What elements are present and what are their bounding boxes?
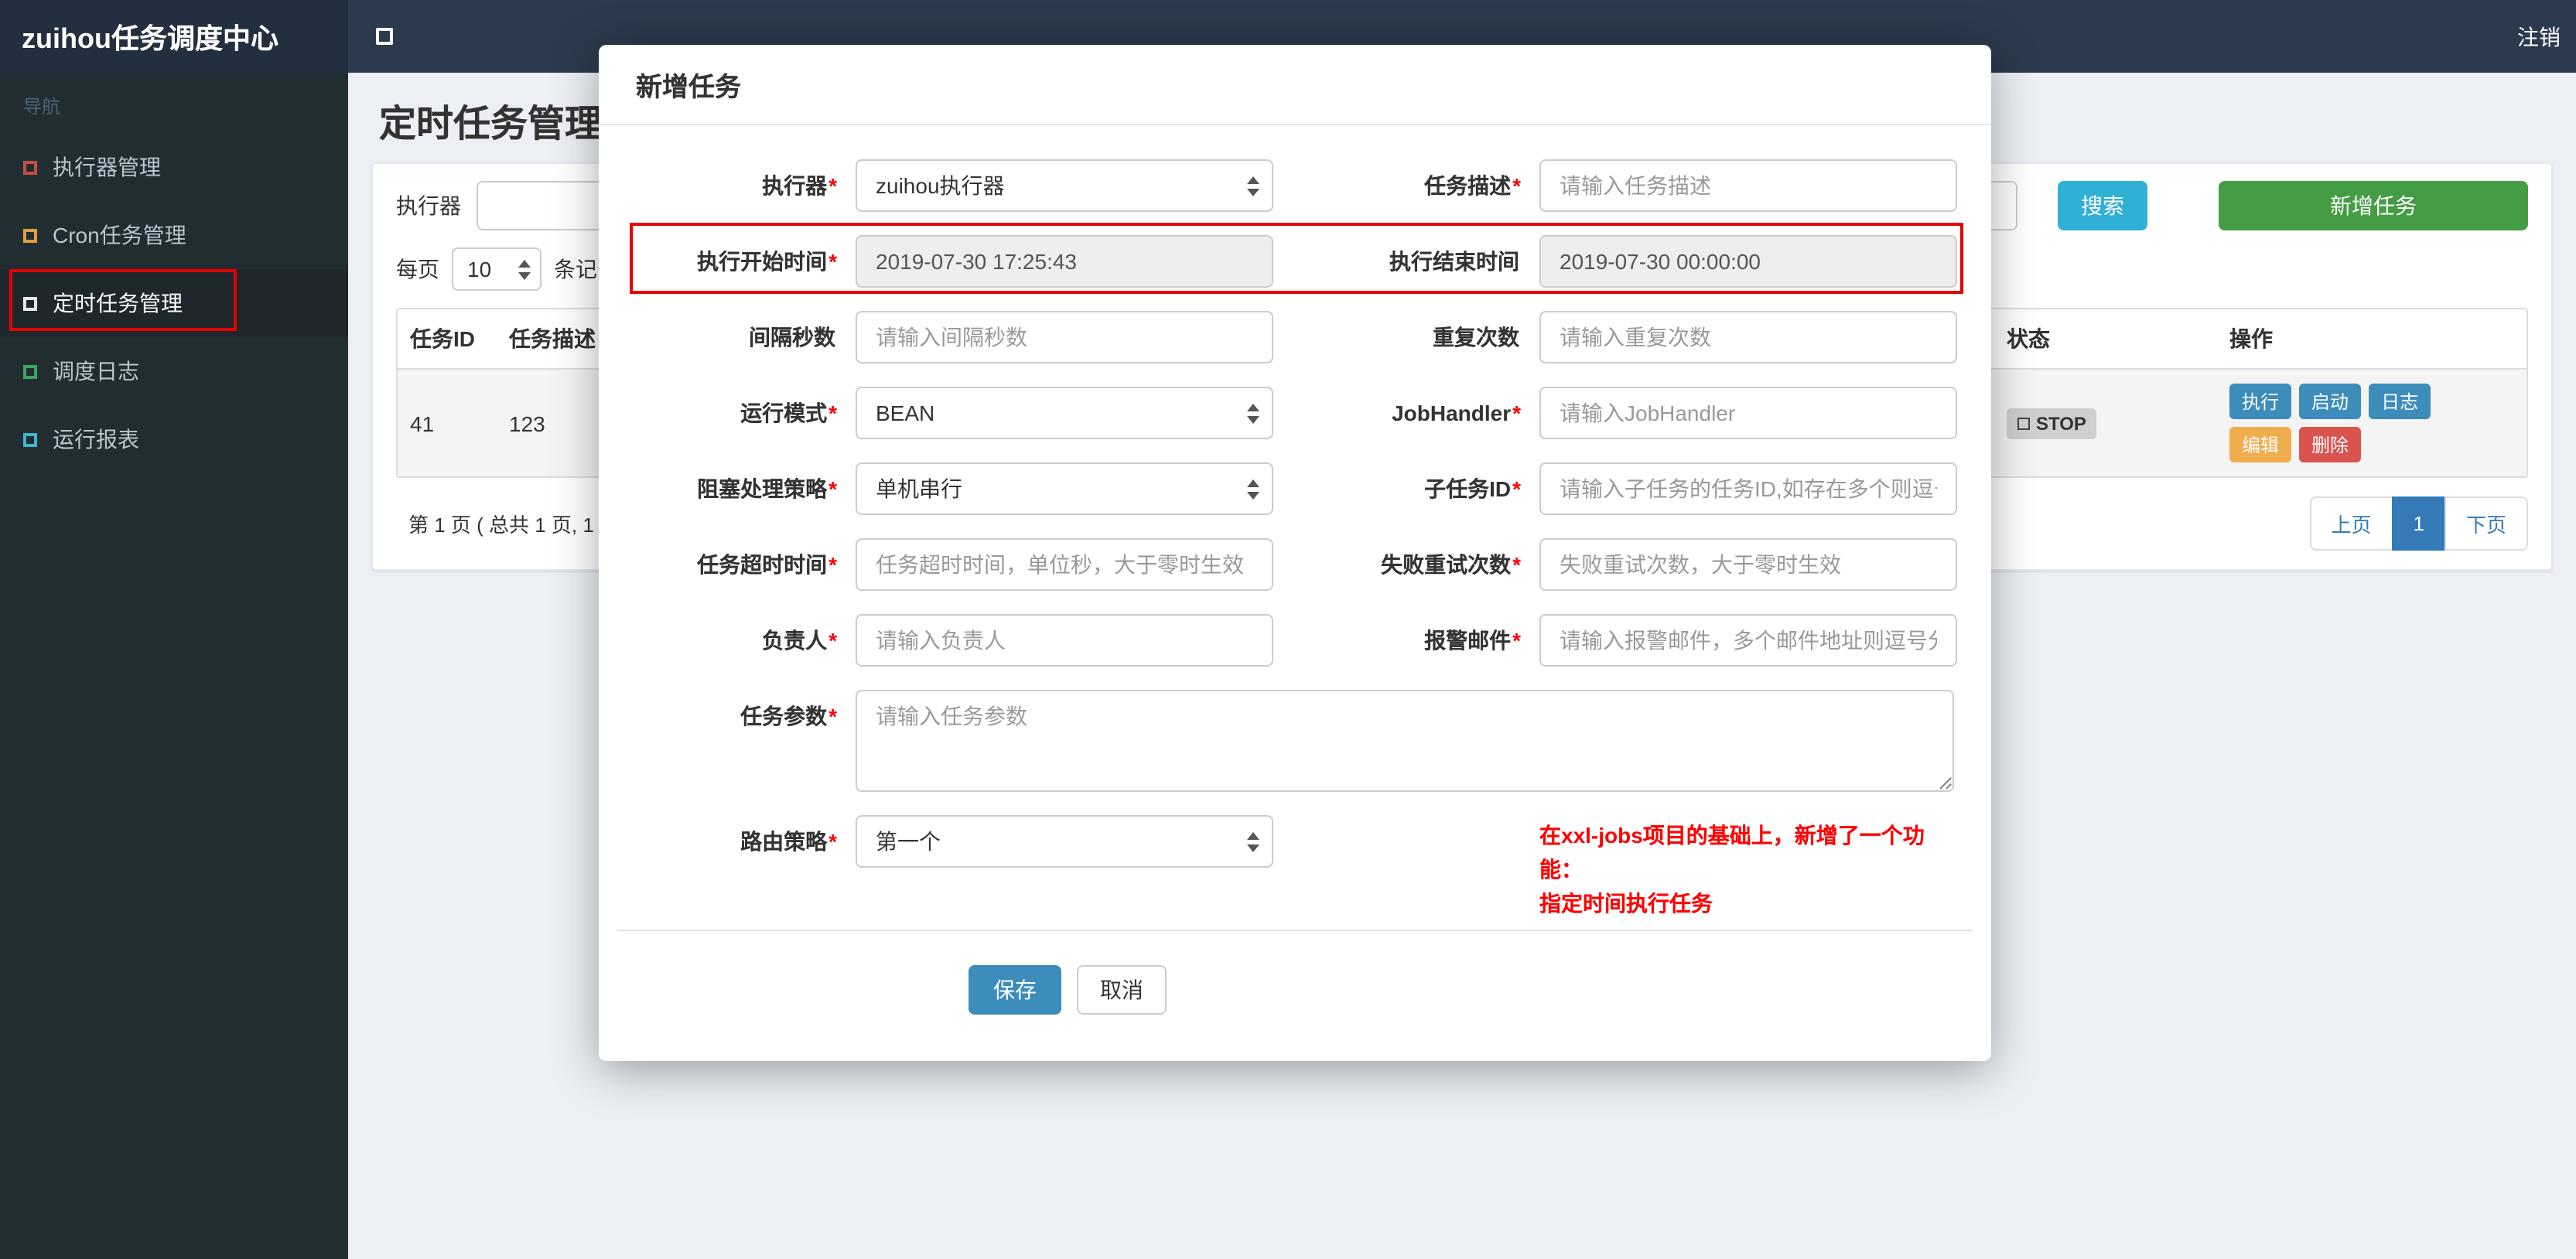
cell-actions: 执行 启动 日志 编辑 删除 xyxy=(2217,370,2526,476)
executor-select[interactable]: zuihou执行器 xyxy=(856,159,1273,212)
start-time-label: 执行开始时间 * xyxy=(697,249,837,274)
form-row: 运行模式 * BEAN JobHandler * xyxy=(636,387,1957,439)
app-viewport: zuihou任务调度中心 注销 导航 执行器管理 Cron任务管理 定时任务管理… xyxy=(0,0,2576,1259)
pagination-summary: 第 1 页 ( 总共 1 页, 1 xyxy=(408,513,594,537)
executor-filter-label: 执行器 xyxy=(396,193,461,218)
sidebar-item-timed-task-manage[interactable]: 定时任务管理 xyxy=(0,269,348,337)
square-outline-icon xyxy=(23,228,37,242)
repeat-count-input[interactable] xyxy=(1539,311,1957,363)
sidebar-item-label: Cron任务管理 xyxy=(53,223,186,247)
cell-status: STOP xyxy=(1994,394,2217,452)
square-outline-icon xyxy=(23,296,37,310)
child-task-label: 子任务ID * xyxy=(1424,476,1521,501)
form-row: 间隔秒数 重复次数 xyxy=(636,311,1957,363)
feature-note: 在xxl-jobs项目的基础上，新增了一个功能： 指定时间执行任务 xyxy=(1539,823,1925,916)
th-actions: 操作 xyxy=(2229,326,2273,351)
repeat-count-label: 重复次数 xyxy=(1433,325,1519,350)
add-task-modal: 新增任务 执行器* zuihou执行器 任务描述* 执行开始时间* 执行结束时间 xyxy=(599,45,1991,1061)
square-outline-icon xyxy=(23,364,37,378)
retry-count-input[interactable] xyxy=(1539,538,1957,591)
search-button[interactable]: 搜索 xyxy=(2058,181,2147,230)
start-time-input[interactable] xyxy=(856,235,1273,288)
form-row: 任务参数 * xyxy=(636,690,1954,792)
brand-logo: zuihou任务调度中心 xyxy=(0,0,348,73)
jobhandler-label: JobHandler * xyxy=(1392,401,1521,425)
square-icon xyxy=(2017,417,2030,429)
task-desc-input[interactable] xyxy=(1539,159,1957,212)
owner-input[interactable] xyxy=(856,614,1273,667)
timeout-label: 任务超时时间 * xyxy=(697,552,837,577)
form-row: 路由策略 * 第一个 在xxl-jobs项目的基础上，新增了一个功能： 指定时间执… xyxy=(636,815,1954,920)
square-outline-icon xyxy=(23,432,37,446)
block-strategy-label: 阻塞处理策略 * xyxy=(697,476,837,501)
form-row-highlighted: 执行开始时间* 执行结束时间 xyxy=(636,235,1957,288)
pagination: 上页 1 下页 xyxy=(2309,496,2528,551)
save-button[interactable]: 保存 xyxy=(969,965,1061,1015)
pagination-prev-button[interactable]: 上页 xyxy=(2309,496,2393,551)
task-param-label: 任务参数 * xyxy=(740,704,837,728)
pagination-page-1-button[interactable]: 1 xyxy=(2391,496,2446,551)
edit-button[interactable]: 编辑 xyxy=(2229,427,2292,462)
sidebar-item-label: 定时任务管理 xyxy=(53,291,183,316)
route-strategy-label: 路由策略 * xyxy=(740,829,837,854)
cell-task-id: 41 xyxy=(410,411,435,435)
executor-label: 执行器 * xyxy=(762,173,837,198)
sidebar-item-label: 执行器管理 xyxy=(53,155,161,179)
logout-link[interactable]: 注销 xyxy=(2517,21,2576,52)
select-arrows-icon xyxy=(1247,479,1259,499)
select-arrows-icon xyxy=(1247,176,1259,196)
form-row: 阻塞处理策略 * 单机串行 子任务ID * xyxy=(636,462,1957,515)
end-time-input[interactable] xyxy=(1539,235,1957,288)
modal-body: 执行器* zuihou执行器 任务描述* 执行开始时间* 执行结束时间 间隔秒数 xyxy=(599,125,1991,931)
alarm-email-label: 报警邮件 * xyxy=(1424,628,1521,653)
delete-button[interactable]: 删除 xyxy=(2299,427,2362,462)
add-task-button[interactable]: 新增任务 xyxy=(2219,181,2528,230)
owner-label: 负责人 * xyxy=(762,628,837,653)
sidebar-item-label: 运行报表 xyxy=(53,427,139,452)
th-status: 状态 xyxy=(2007,326,2050,351)
status-badge: STOP xyxy=(2007,408,2097,438)
cancel-button[interactable]: 取消 xyxy=(1077,965,1167,1015)
square-outline-icon xyxy=(23,160,37,174)
th-task-id: 任务ID xyxy=(410,326,475,351)
sidebar-item-cron-task-manage[interactable]: Cron任务管理 xyxy=(0,201,348,269)
modal-title: 新增任务 xyxy=(599,45,1991,125)
select-arrows-icon xyxy=(518,259,531,279)
sidebar-item-run-report[interactable]: 运行报表 xyxy=(0,405,348,473)
form-row: 任务超时时间* 失败重试次数* xyxy=(636,538,1957,591)
interval-input[interactable] xyxy=(856,311,1273,363)
select-arrows-icon xyxy=(1247,403,1259,423)
interval-label: 间隔秒数 xyxy=(749,325,835,350)
task-param-textarea[interactable] xyxy=(856,690,1954,792)
jobhandler-input[interactable] xyxy=(1539,387,1957,439)
form-row: 执行器 * zuihou执行器 任务描述 * xyxy=(636,159,1957,212)
sidebar-item-label: 调度日志 xyxy=(53,359,139,384)
sidebar-toggle-icon[interactable] xyxy=(376,28,393,45)
start-button[interactable]: 启动 xyxy=(2299,384,2362,419)
nav-section-label: 导航 xyxy=(23,96,61,118)
child-task-input[interactable] xyxy=(1539,462,1957,515)
sidebar-item-dispatch-log[interactable]: 调度日志 xyxy=(0,337,348,405)
pagination-next-button[interactable]: 下页 xyxy=(2444,496,2528,551)
alarm-email-input[interactable] xyxy=(1539,614,1957,667)
sidebar-item-executor-manage[interactable]: 执行器管理 xyxy=(0,133,348,201)
form-row: 负责人* 报警邮件* xyxy=(636,614,1957,667)
per-page-label: 每页 xyxy=(396,257,439,281)
log-button[interactable]: 日志 xyxy=(2369,384,2431,419)
run-button[interactable]: 执行 xyxy=(2229,384,2292,419)
sidebar: 导航 执行器管理 Cron任务管理 定时任务管理 调度日志 运行报表 xyxy=(0,73,348,1259)
end-time-label: 执行结束时间 xyxy=(1389,249,1519,274)
task-desc-label: 任务描述 * xyxy=(1424,173,1521,198)
run-mode-select[interactable]: BEAN xyxy=(856,387,1273,439)
select-arrows-icon xyxy=(1247,831,1259,851)
block-strategy-select[interactable]: 单机串行 xyxy=(856,462,1273,515)
route-strategy-select[interactable]: 第一个 xyxy=(856,815,1273,868)
per-page-select[interactable]: 10 xyxy=(452,247,542,291)
retry-count-label: 失败重试次数 * xyxy=(1381,552,1521,577)
modal-footer: 保存 取消 xyxy=(599,931,1991,1049)
run-mode-label: 运行模式 * xyxy=(740,401,837,425)
timeout-input[interactable] xyxy=(856,538,1273,591)
